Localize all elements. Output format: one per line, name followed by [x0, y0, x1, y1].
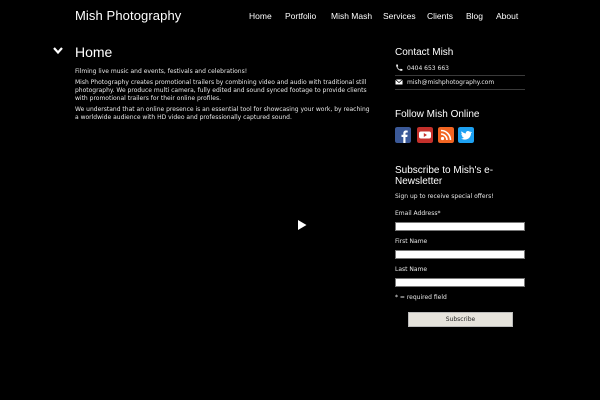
- contact-email-row: mish@mishphotography.com: [395, 76, 525, 90]
- site-header: Mish Photography Home Portfolio Mish Mas…: [0, 0, 600, 34]
- intro-paragraph: Filming live music and events, festivals…: [75, 68, 248, 75]
- contact-phone[interactable]: 0404 653 663: [407, 65, 449, 72]
- nav-about[interactable]: About: [496, 11, 518, 21]
- nav-services[interactable]: Services: [383, 11, 416, 21]
- newsletter-note: Sign up to receive special offers!: [395, 193, 494, 200]
- phone-icon: [396, 64, 403, 71]
- rss-icon[interactable]: [438, 127, 454, 143]
- last-name-input[interactable]: [395, 278, 525, 287]
- youtube-icon[interactable]: [417, 127, 433, 143]
- first-name-input[interactable]: [395, 250, 525, 259]
- email-icon: [395, 79, 403, 85]
- video-player[interactable]: [75, 135, 375, 315]
- chevron-down-icon[interactable]: [53, 46, 63, 55]
- page-content: Filming live music and events, festivals…: [75, 68, 375, 125]
- contact-phone-row: 0404 653 663: [395, 62, 525, 76]
- body-paragraph: We understand that an online presence is…: [75, 106, 370, 121]
- follow-heading: Follow Mish Online: [395, 109, 480, 120]
- email-input[interactable]: [395, 222, 525, 231]
- email-label: Email Address*: [395, 210, 441, 217]
- nav-mish-mash[interactable]: Mish Mash: [331, 11, 372, 21]
- twitter-icon[interactable]: [458, 127, 474, 143]
- nav-portfolio[interactable]: Portfolio: [285, 11, 316, 21]
- play-icon[interactable]: [297, 220, 307, 230]
- subscribe-button[interactable]: Subscribe: [408, 312, 513, 327]
- contact-email[interactable]: mish@mishphotography.com: [407, 79, 494, 86]
- first-name-label: First Name: [395, 238, 428, 245]
- nav-blog[interactable]: Blog: [466, 11, 483, 21]
- main-nav: Home Portfolio Mish Mash Services Client…: [0, 11, 600, 25]
- body-paragraph: Mish Photography creates promotional tra…: [75, 79, 367, 102]
- contact-heading: Contact Mish: [395, 47, 454, 58]
- page-title: Home: [75, 44, 113, 60]
- required-note: * = required field: [395, 294, 447, 301]
- last-name-label: Last Name: [395, 266, 428, 273]
- nav-home[interactable]: Home: [249, 11, 272, 21]
- facebook-icon[interactable]: [395, 127, 411, 143]
- newsletter-heading: Subscribe to Mish's e-Newsletter: [395, 165, 494, 187]
- nav-clients[interactable]: Clients: [427, 11, 453, 21]
